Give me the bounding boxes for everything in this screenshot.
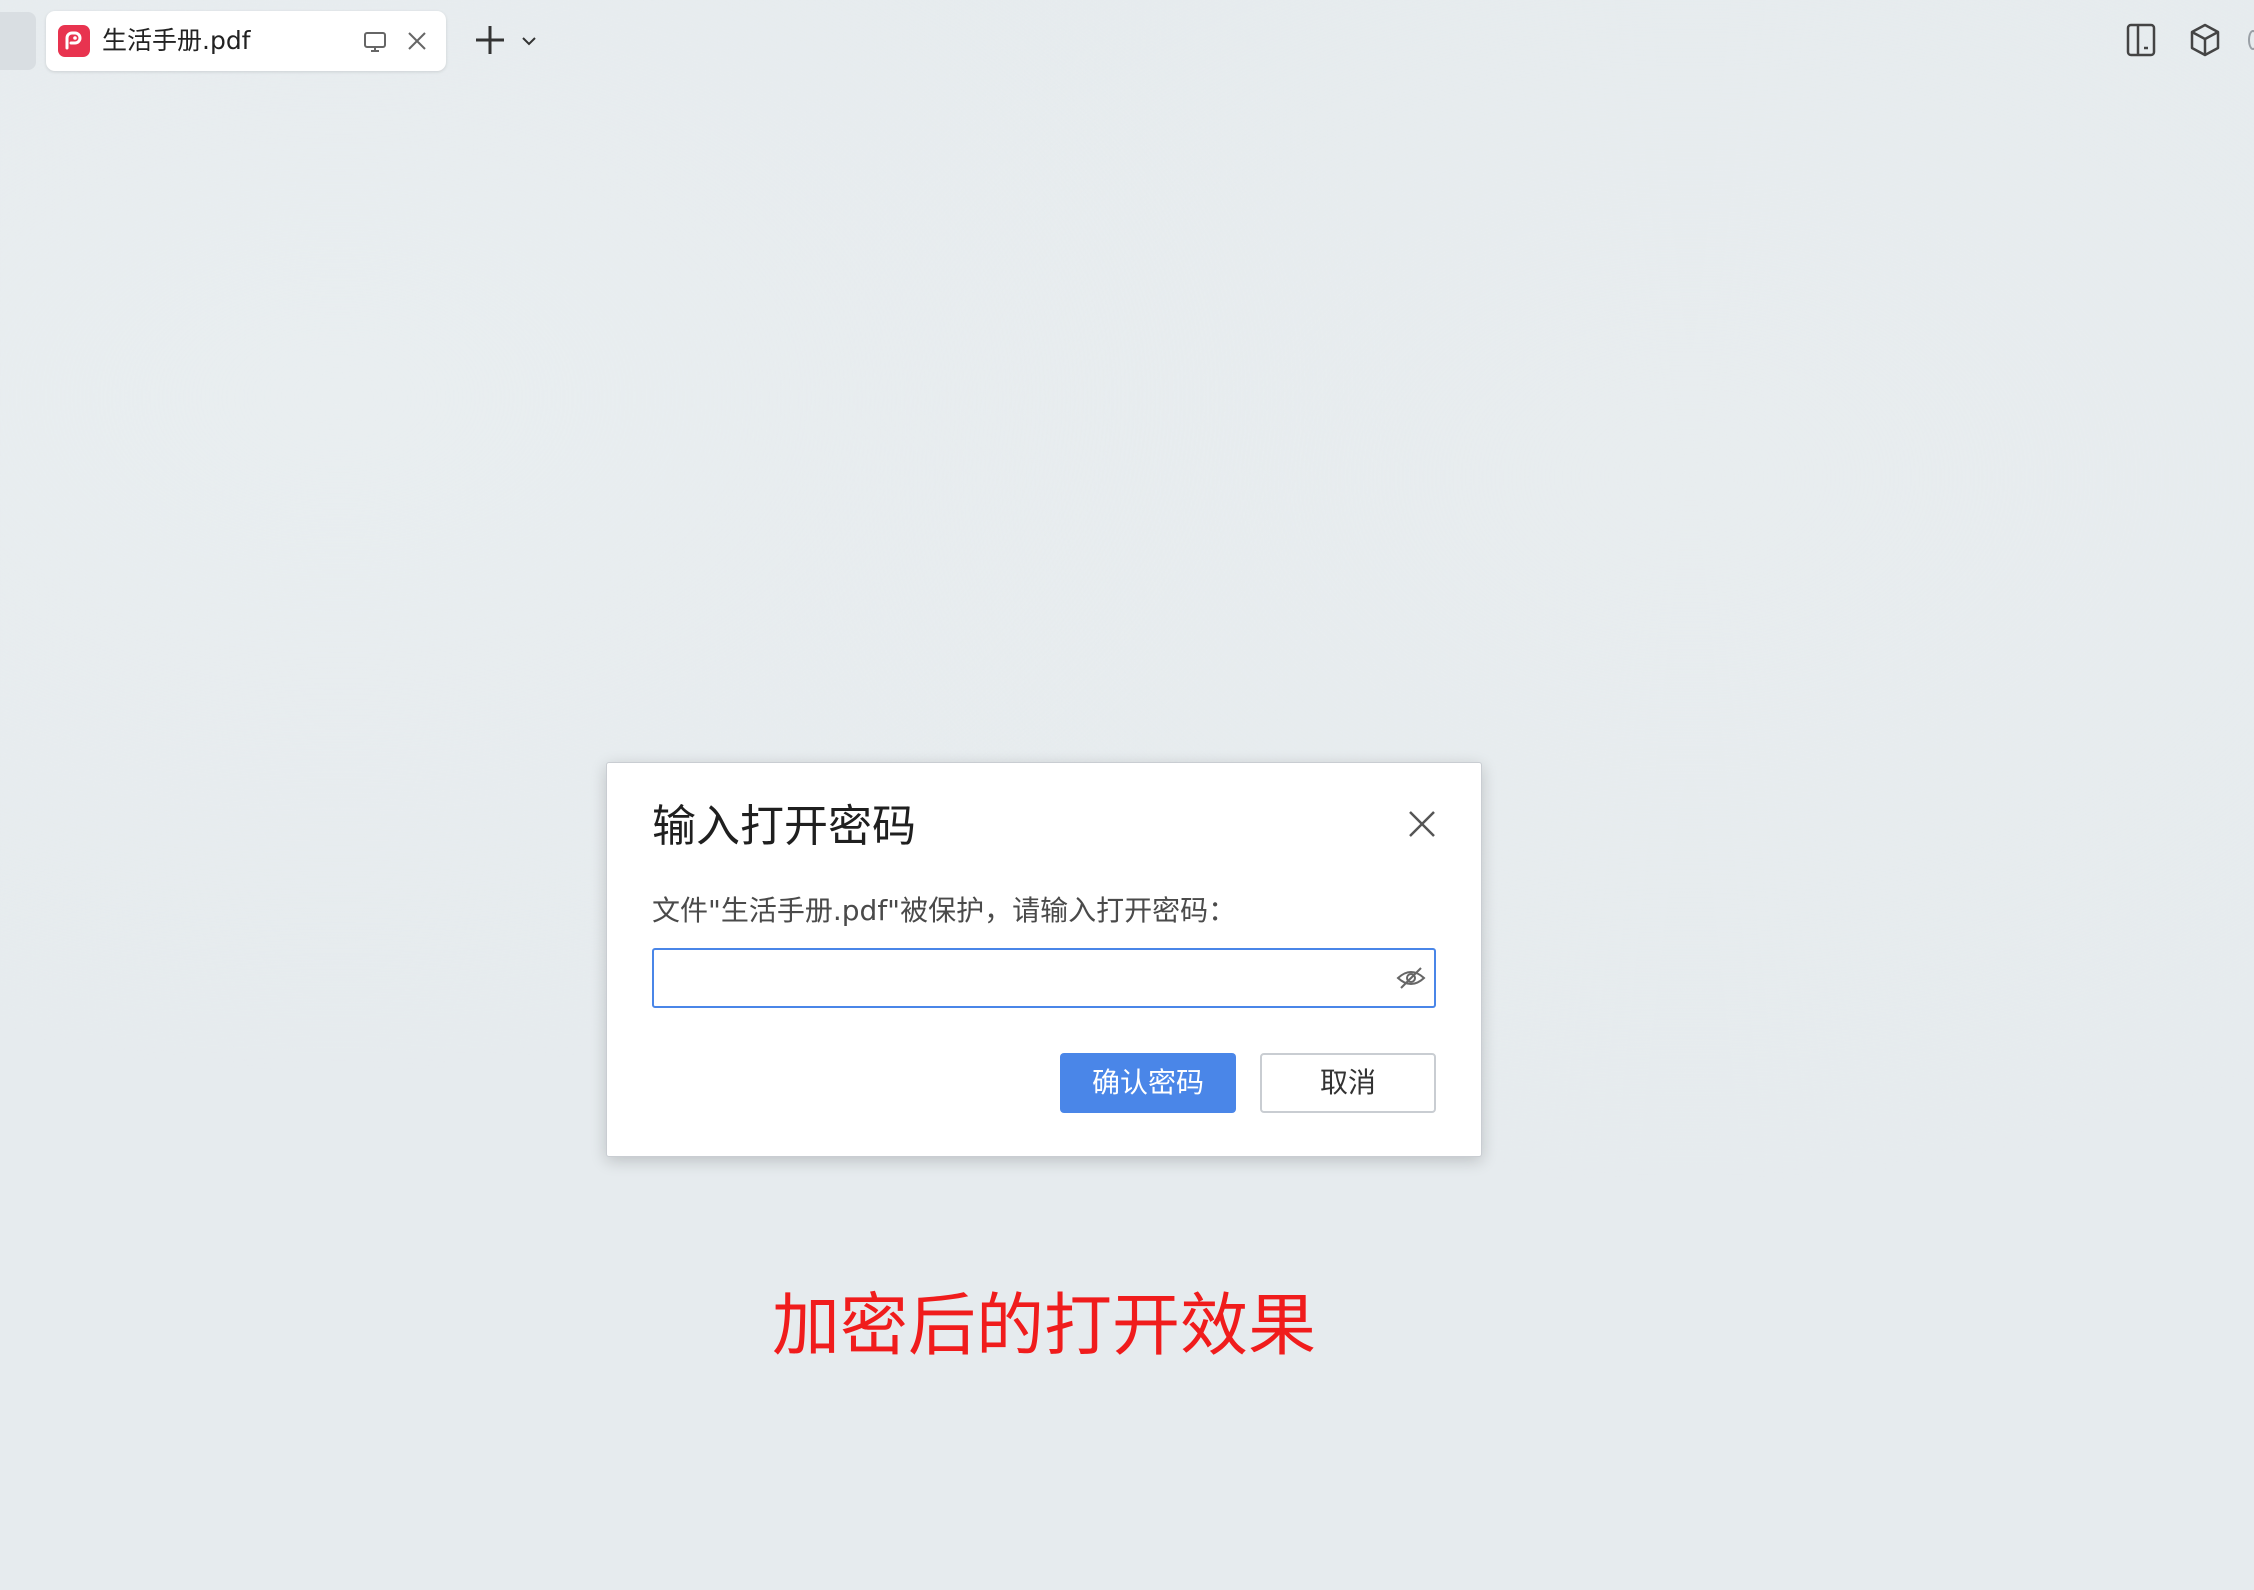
confirm-password-button[interactable]: 确认密码 [1060, 1053, 1236, 1113]
caption-text: 加密后的打开效果 [772, 1287, 1317, 1366]
password-input[interactable] [666, 958, 1370, 1000]
close-icon[interactable] [1405, 807, 1439, 841]
tab-close-icon[interactable] [404, 28, 430, 54]
password-field[interactable] [652, 948, 1436, 1008]
dialog-title: 输入打开密码 [652, 801, 916, 852]
tab-title: 生活手册.pdf [102, 26, 251, 55]
pdf-app-icon [58, 25, 90, 57]
overflow-icon[interactable] [2248, 30, 2254, 50]
monitor-icon[interactable] [362, 29, 388, 55]
password-dialog: 输入打开密码 文件"生活手册.pdf"被保护，请输入打开密码： 确认密码 取消 [606, 762, 1482, 1157]
cube-icon[interactable] [2188, 22, 2222, 58]
tablet-icon[interactable] [2124, 22, 2158, 58]
dialog-message: 文件"生活手册.pdf"被保护，请输入打开密码： [652, 894, 1237, 927]
plus-icon[interactable] [472, 22, 508, 58]
chevron-down-icon[interactable] [520, 32, 538, 50]
previous-tab-stub[interactable] [0, 12, 36, 70]
eye-off-icon[interactable] [1396, 965, 1426, 991]
document-tab[interactable]: 生活手册.pdf [46, 11, 446, 71]
cancel-button[interactable]: 取消 [1260, 1053, 1436, 1113]
